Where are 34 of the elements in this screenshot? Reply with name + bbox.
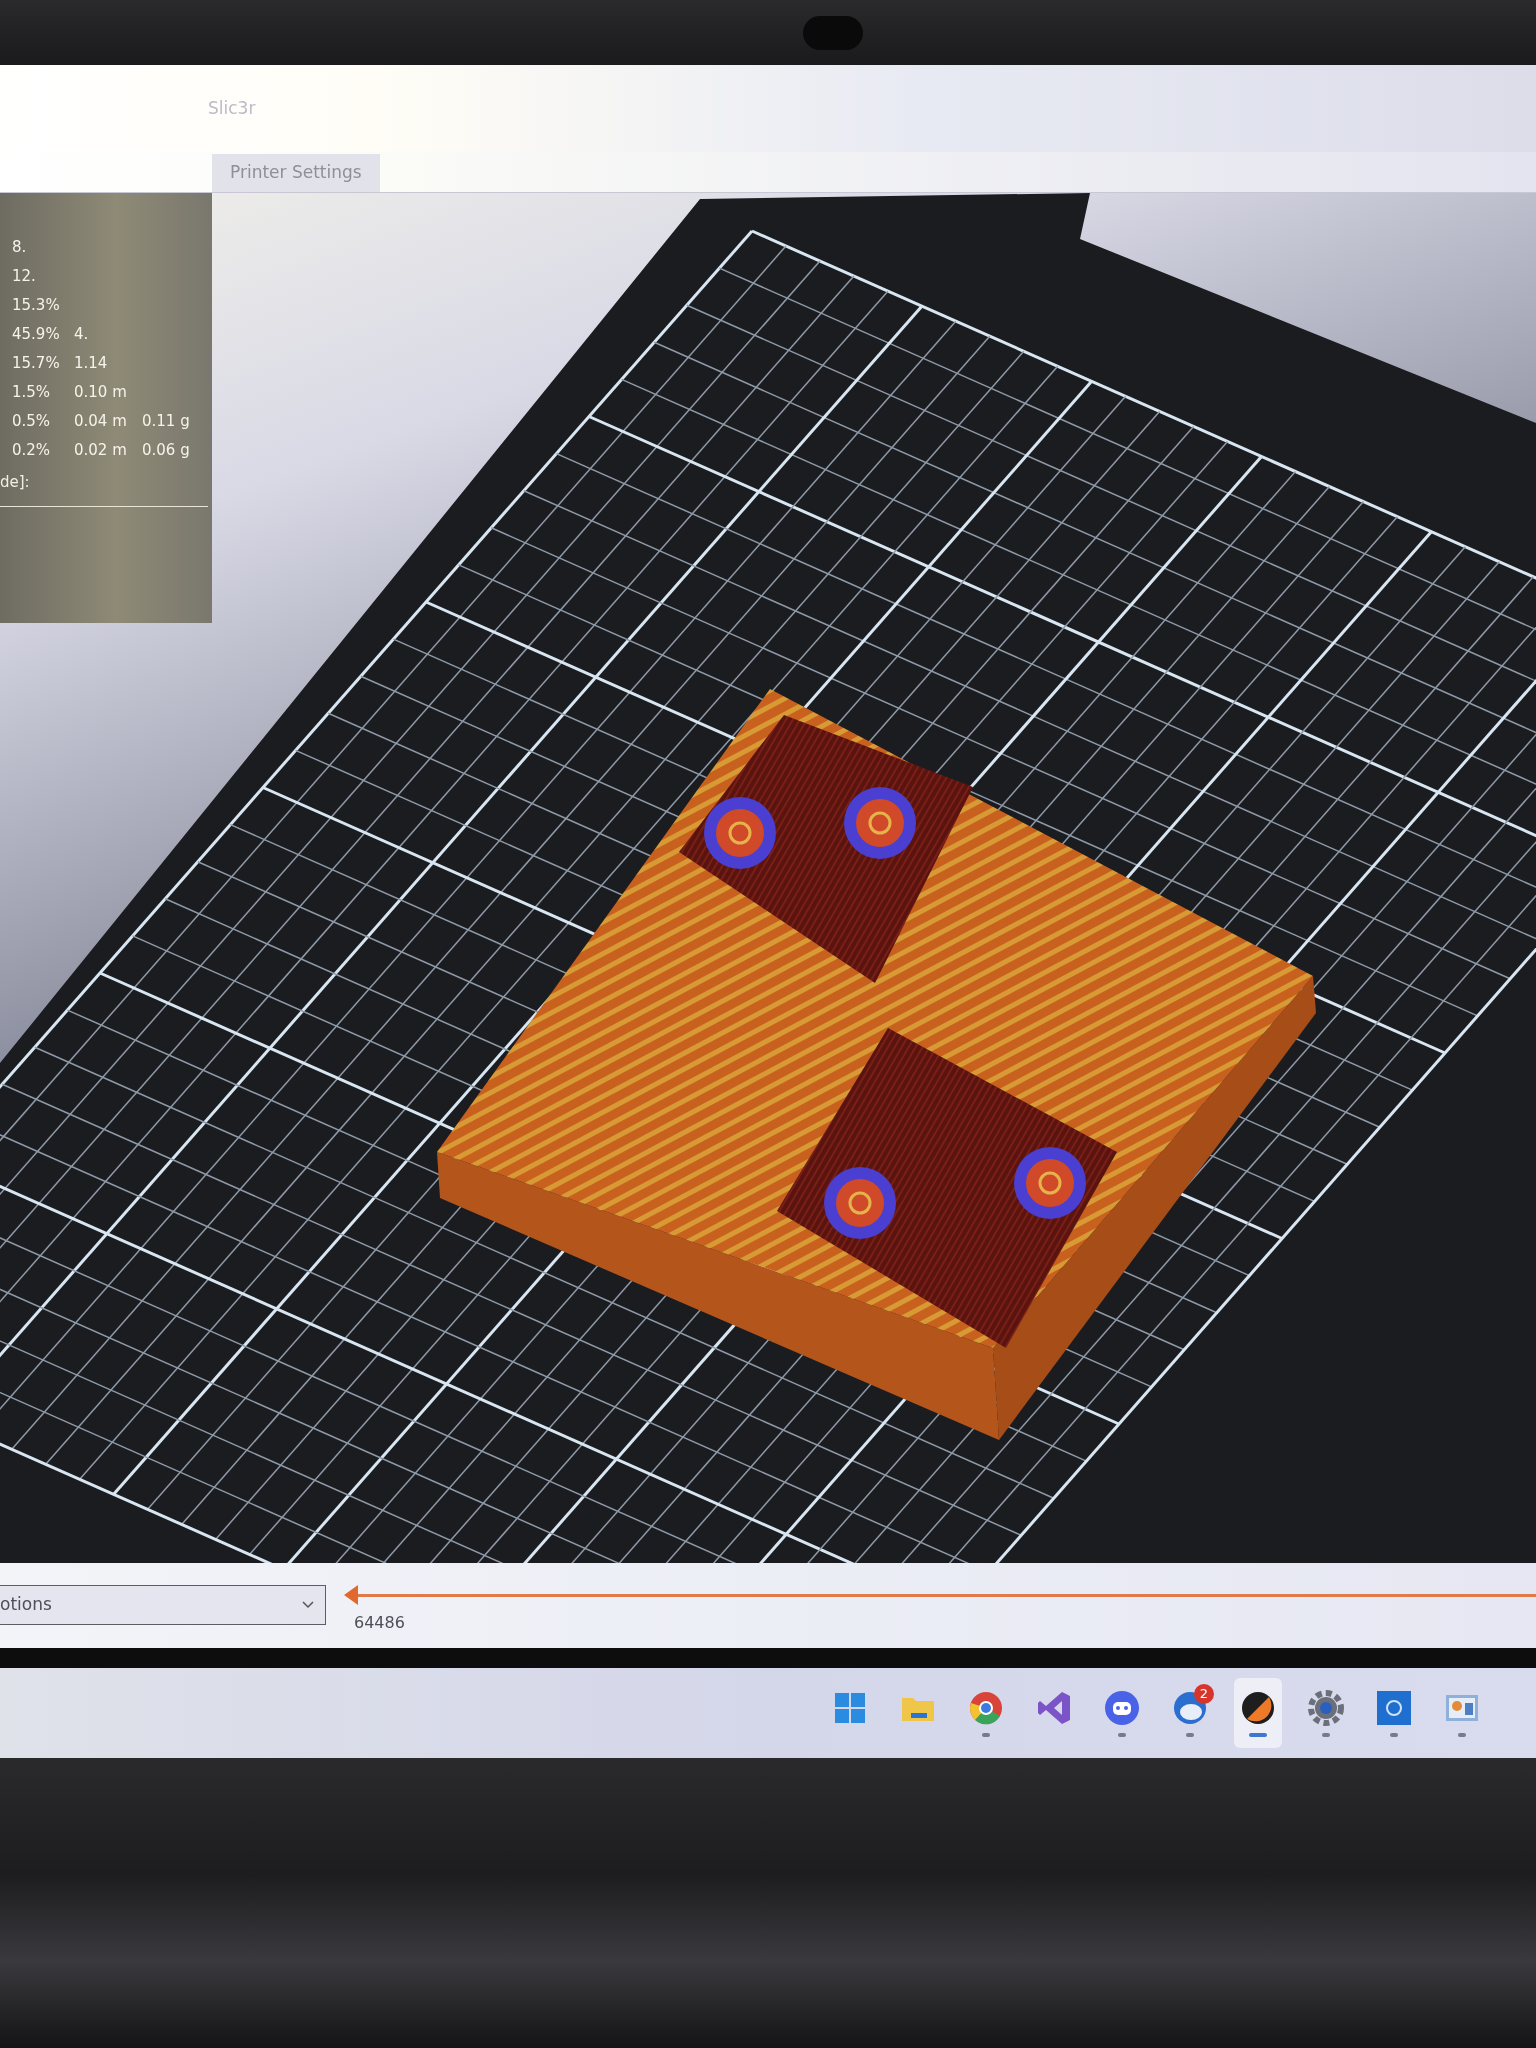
browser-icon	[967, 1689, 1005, 1727]
notification-count: 2	[1194, 1684, 1214, 1704]
chevron-icon	[301, 1600, 315, 1610]
layer-slider[interactable]	[344, 1585, 1536, 1605]
stat-label: de]:	[0, 472, 31, 493]
view-dropdown[interactable]: otions	[0, 1585, 326, 1625]
stat-value: 1.14	[74, 353, 109, 375]
taskbar-button[interactable]: 2	[1166, 1678, 1214, 1748]
slicer-icon	[1239, 1689, 1277, 1727]
window-title: Slic3r	[208, 96, 256, 120]
stat-value: 0.02 m	[74, 440, 128, 462]
stat-value: 15.3%	[11, 295, 61, 317]
stat-value: 4.	[74, 324, 90, 346]
webcam	[803, 15, 863, 50]
stat-value: 0.5%	[11, 411, 52, 433]
stat-value: 45.9%	[11, 324, 61, 346]
stat-value: 0.04 m	[74, 411, 128, 433]
settings-tab[interactable]: Printer Settings	[212, 154, 380, 192]
chat-icon	[1103, 1689, 1141, 1727]
stat-value: 1.5%	[11, 382, 52, 404]
ribbon-logo-icon	[1035, 1689, 1073, 1727]
stat-value: 0.2%	[11, 440, 52, 462]
stat-value: 0.06 g	[142, 440, 191, 462]
stat-value: 12.	[11, 266, 37, 288]
gear-icon	[1307, 1689, 1345, 1727]
stat-value: 0.11 g	[142, 411, 191, 433]
bird-globe-icon	[1171, 1689, 1209, 1727]
taskbar-button[interactable]	[1234, 1678, 1282, 1748]
slider-thumb[interactable]	[344, 1585, 358, 1605]
stat-value: 0.10 m	[74, 382, 128, 404]
slider-value: 64486	[354, 1612, 406, 1634]
stat-value: 8.	[11, 237, 28, 259]
stat-value: 15.7%	[11, 353, 61, 375]
app-tile-icon	[1375, 1689, 1413, 1727]
